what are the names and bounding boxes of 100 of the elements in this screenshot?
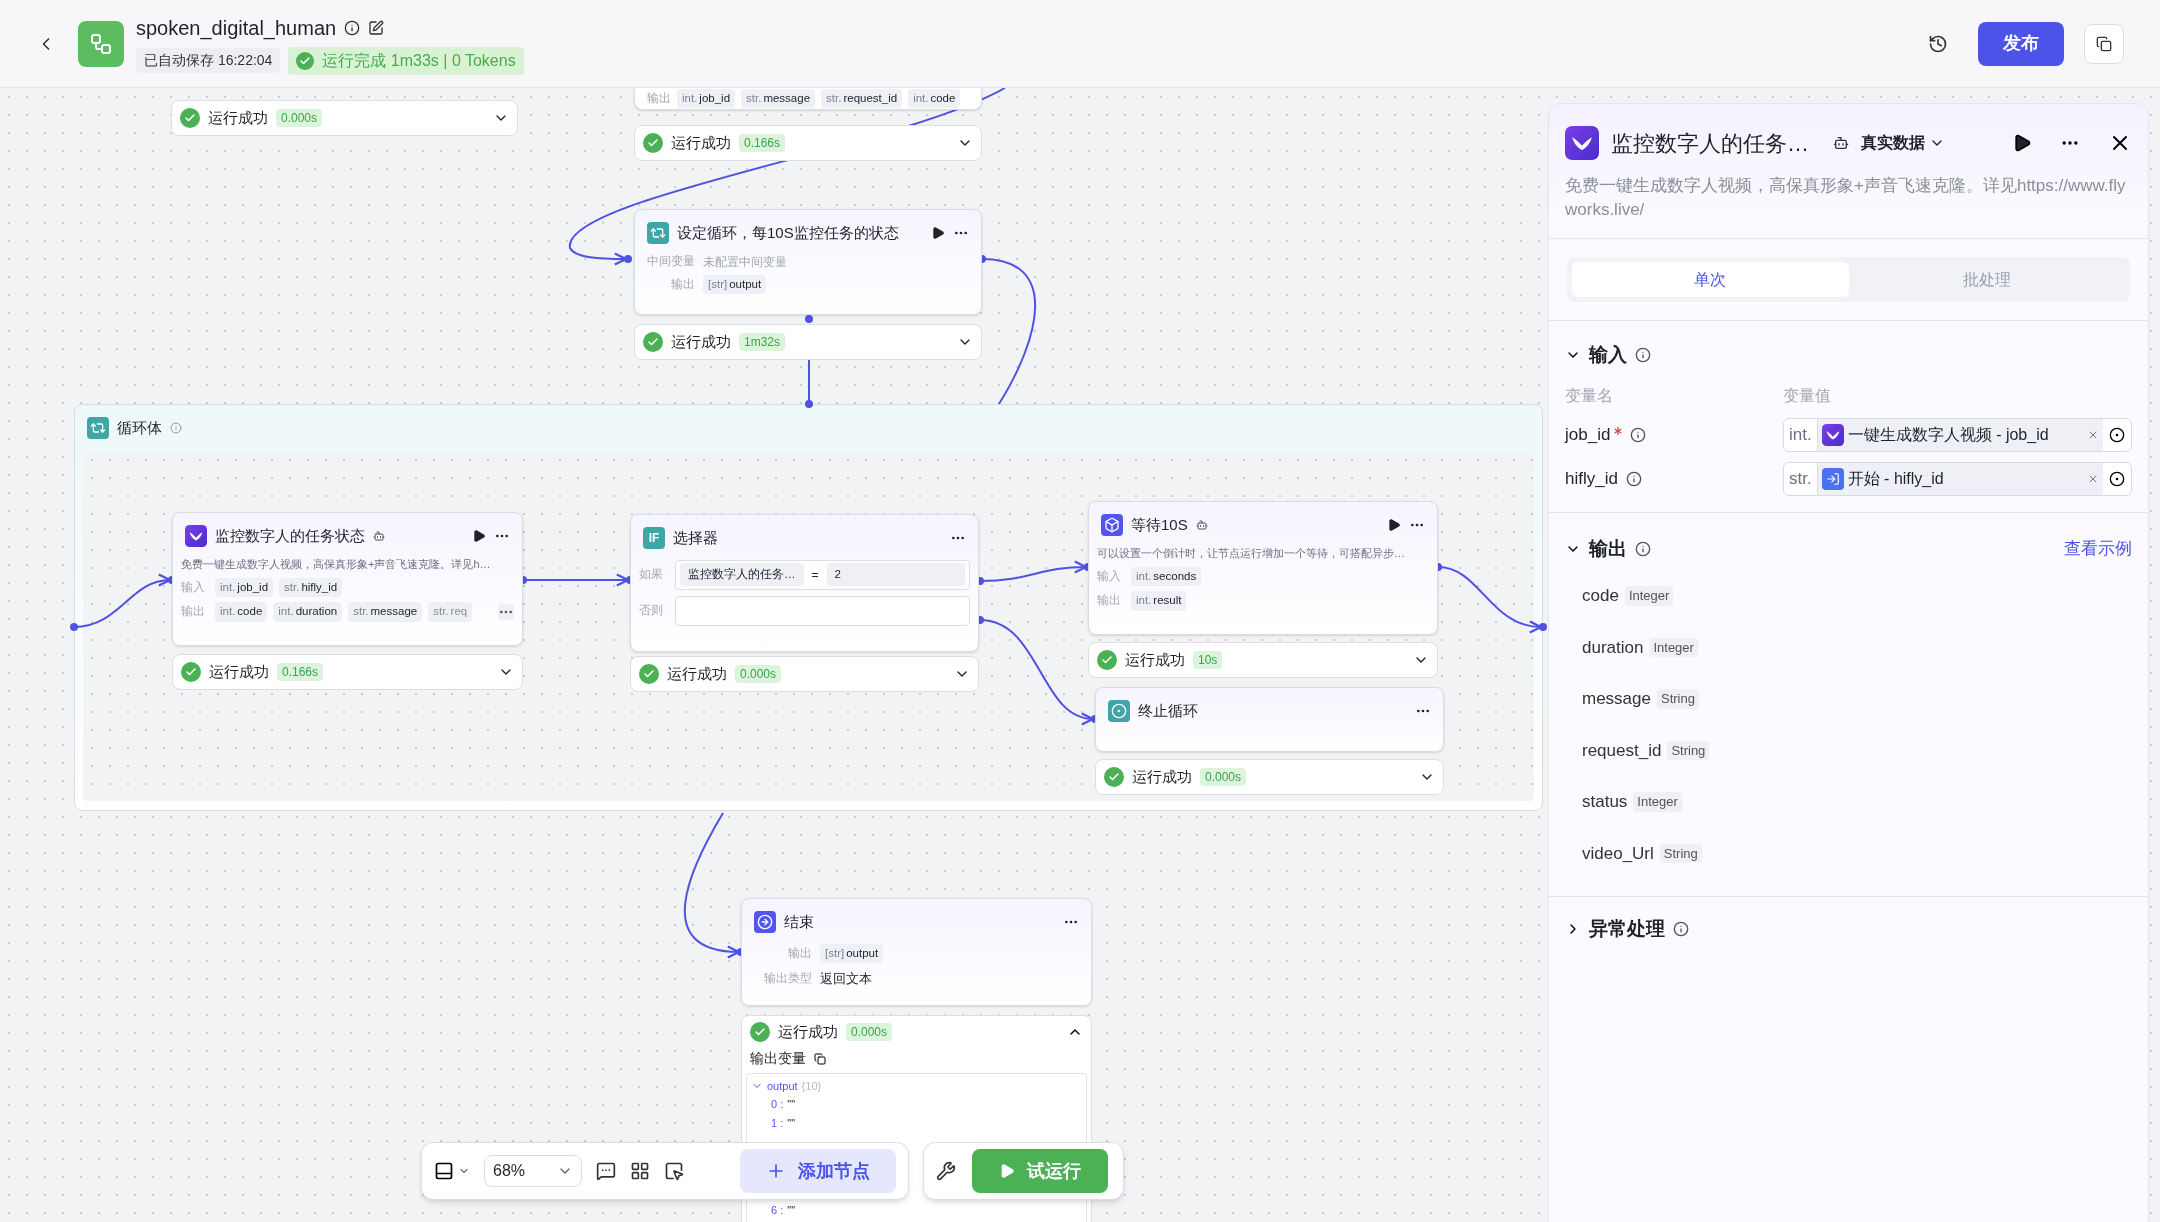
run-play-icon[interactable] bbox=[931, 226, 945, 241]
field-label: 输入 bbox=[1097, 569, 1121, 584]
run-play-icon[interactable] bbox=[2012, 133, 2032, 153]
more-outputs-icon[interactable] bbox=[498, 603, 514, 620]
param-tag: str. hifly_id bbox=[279, 578, 343, 598]
selector-node-card[interactable]: IF 选择器 如果 监控数字人的任务… = 2 否则 bbox=[630, 514, 979, 652]
condition-variable: 监控数字人的任务… bbox=[680, 562, 804, 587]
variable-picker-icon[interactable] bbox=[2109, 470, 2125, 487]
view-example-link[interactable]: 查看示例 bbox=[2064, 536, 2132, 562]
node-description: 免费一键生成数字人视频，高保真形象+声音飞速克隆。详见h… bbox=[180, 556, 492, 572]
param-tag: int. result bbox=[1131, 591, 1187, 611]
minimap-toggle[interactable] bbox=[434, 1161, 470, 1181]
variable-value-field[interactable]: int. 一键生成数字人视频 - job_id bbox=[1783, 417, 2132, 452]
pointer-mode-icon[interactable] bbox=[664, 1161, 684, 1181]
run-play-icon[interactable] bbox=[1387, 518, 1401, 533]
run-result-badge: 运行完成 1m33s | 0 Tokens bbox=[288, 46, 524, 75]
field-label: 如果 bbox=[639, 566, 664, 582]
start-node-icon bbox=[1821, 467, 1844, 490]
condition-field[interactable]: 监控数字人的任务… = 2 bbox=[675, 559, 970, 590]
run-status-bar[interactable]: 运行成功 0.166s bbox=[172, 654, 523, 690]
param-tag: int. code bbox=[215, 602, 268, 622]
time-badge: 0.166s bbox=[277, 663, 324, 681]
column-header: 变量名 bbox=[1565, 385, 1614, 406]
time-badge: 1m32s bbox=[739, 333, 786, 351]
info-icon[interactable] bbox=[1635, 347, 1651, 364]
run-status-bar[interactable]: 运行成功 1m32s bbox=[634, 324, 982, 360]
variable-value-field[interactable]: str. 开始 - hifly_id bbox=[1783, 461, 2132, 496]
field-label: 输出 bbox=[787, 945, 812, 961]
type-badge: String bbox=[1657, 689, 1699, 709]
json-value: "" bbox=[787, 1096, 796, 1112]
history-icon[interactable] bbox=[1928, 33, 1948, 54]
node-title: 终止循环 bbox=[1138, 701, 1198, 721]
success-check-icon bbox=[643, 332, 663, 352]
success-check-icon bbox=[1097, 650, 1117, 670]
json-key: 0 : bbox=[771, 1095, 784, 1113]
param-tag: int. seconds bbox=[1131, 567, 1202, 587]
end-node-card[interactable]: 结束 输出 [str] output 输出类型 返回文本 bbox=[741, 898, 1092, 1006]
node-title: 设定循环，每10S监控任务的状态 bbox=[677, 223, 899, 243]
run-status-bar[interactable]: 运行成功 0.000s bbox=[630, 656, 979, 692]
run-status-bar[interactable]: 运行成功 0.166s bbox=[634, 125, 982, 161]
json-value: "" bbox=[787, 1202, 796, 1218]
layout-grid-icon[interactable] bbox=[630, 1161, 650, 1181]
workflow-title: spoken_digital_human bbox=[136, 15, 337, 42]
cube-icon bbox=[1101, 514, 1123, 537]
status-label: 运行成功 bbox=[209, 661, 269, 682]
workflow-icon bbox=[78, 20, 124, 67]
autosave-badge: 已自动保存 16:22:04 bbox=[136, 48, 281, 73]
variable-picker-icon[interactable] bbox=[2109, 426, 2125, 443]
run-play-icon[interactable] bbox=[472, 529, 486, 544]
data-mode-dropdown[interactable]: 真实数据 bbox=[1861, 131, 1945, 155]
param-tag: str. req bbox=[428, 602, 473, 622]
publish-button[interactable]: 发布 bbox=[1978, 21, 2064, 66]
info-icon[interactable] bbox=[1625, 470, 1642, 487]
param-tag: int. duration bbox=[273, 602, 343, 622]
json-value: "" bbox=[787, 1115, 796, 1131]
info-icon[interactable] bbox=[344, 19, 361, 36]
json-key: 1 : bbox=[771, 1114, 784, 1132]
status-label: 运行成功 bbox=[1125, 649, 1185, 670]
edit-icon[interactable] bbox=[368, 19, 385, 36]
exit-icon bbox=[754, 911, 776, 934]
else-field[interactable] bbox=[675, 595, 970, 626]
time-badge: 0.000s bbox=[846, 1023, 893, 1041]
run-status-bar[interactable]: 运行成功 0.000s bbox=[1095, 759, 1444, 795]
type-badge: Integer bbox=[1624, 586, 1674, 606]
param-tag: str. request_id bbox=[821, 88, 903, 109]
time-badge: 0.000s bbox=[735, 665, 782, 683]
output-field-name: duration bbox=[1582, 636, 1644, 659]
type-badge: String bbox=[1667, 740, 1710, 760]
info-icon[interactable] bbox=[1673, 921, 1689, 938]
success-check-icon bbox=[639, 664, 659, 684]
info-icon[interactable] bbox=[1635, 540, 1651, 557]
output-field-name: code bbox=[1582, 585, 1619, 607]
field-label: 输入 bbox=[181, 580, 205, 595]
type-label: int. bbox=[1784, 418, 1818, 451]
output-field-name: video_Url bbox=[1582, 842, 1654, 865]
info-icon[interactable] bbox=[1630, 426, 1647, 443]
field-label: 输出类型 bbox=[763, 970, 812, 986]
robot-icon bbox=[1833, 135, 1849, 151]
play-icon bbox=[999, 1163, 1015, 1179]
copy-icon[interactable] bbox=[2084, 23, 2124, 64]
mode-tab[interactable]: 单次 bbox=[1572, 262, 1849, 297]
add-node-button[interactable]: 添加节点 bbox=[740, 1149, 896, 1193]
param-tag: int. job_id bbox=[677, 88, 736, 109]
time-badge: 0.000s bbox=[1200, 768, 1247, 786]
time-badge: 10s bbox=[1193, 651, 1223, 669]
run-status-bar[interactable]: 运行成功 10s bbox=[1088, 642, 1438, 678]
status-label: 运行成功 bbox=[667, 663, 727, 684]
comment-icon[interactable] bbox=[596, 1161, 616, 1181]
zoom-select[interactable]: 68% bbox=[484, 1155, 582, 1187]
wrench-icon[interactable] bbox=[936, 1161, 956, 1181]
success-check-icon bbox=[180, 108, 200, 128]
copy-icon[interactable] bbox=[814, 1052, 826, 1065]
success-check-icon bbox=[643, 133, 663, 153]
section-title: 异常处理 bbox=[1589, 917, 1665, 941]
field-label: 输出 bbox=[670, 276, 695, 292]
run-status-bar[interactable]: 运行成功 0.000s bbox=[171, 100, 518, 136]
plugin-node-card[interactable]: 输出 int. job_id str. message str. request_id int. code bbox=[634, 88, 982, 110]
stop-loop-node-card[interactable]: 终止循环 bbox=[1095, 687, 1444, 752]
condition-value: 2 bbox=[826, 562, 965, 587]
type-badge: Integer bbox=[1649, 637, 1698, 657]
